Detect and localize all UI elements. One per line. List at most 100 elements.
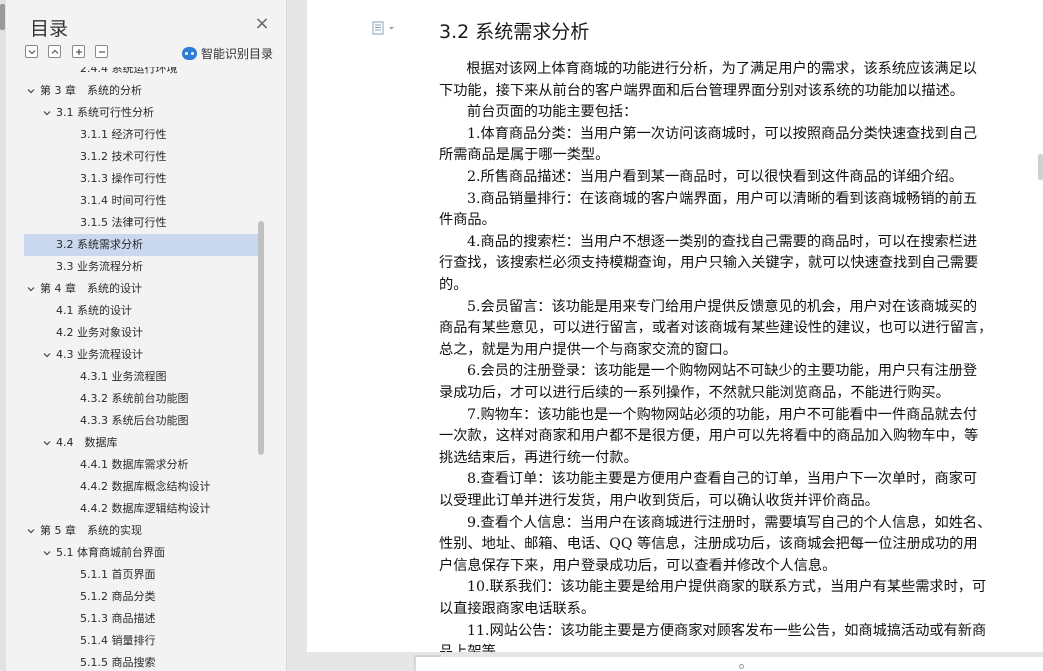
left-scroll-thumb[interactable] xyxy=(0,4,5,30)
paragraph-line: 6.会员的注册登录：该功能是一个购物网站不可缺少的主要功能，用户只有注册登 xyxy=(467,363,978,380)
toc-item[interactable]: 4.3.2 系统前台功能图 xyxy=(24,388,258,410)
toc-item[interactable]: 3.1.5 法律可行性 xyxy=(24,212,258,234)
paragraph-line: 以直接跟商家电话联系。 xyxy=(439,601,596,617)
toc-item-label: 4.3.3 系统后台功能图 xyxy=(80,414,189,427)
toc-item-label: 5.1.5 商品搜索 xyxy=(80,656,156,669)
right-scroll-handle[interactable] xyxy=(1038,154,1043,180)
close-icon[interactable]: × xyxy=(254,15,270,33)
toc-tree: 2.4.4 系统运行环境第 3 章 系统的分析 3.1 系统可行性分析 3.1.1 … xyxy=(24,67,258,671)
toc-item-label: 第 5 章 系统的实现 xyxy=(40,524,142,537)
paragraph-line: 前台页面的功能主要包括： xyxy=(467,104,638,121)
paragraph-line: 以受理此订单并进行发货，用户收到货后，可以确认收货并评价商品。 xyxy=(439,493,879,509)
cursor-marker xyxy=(739,664,744,669)
toc-item[interactable]: 第 4 章 系统的设计 xyxy=(24,278,258,300)
paragraph-line: 件商品。 xyxy=(439,212,496,229)
toc-item-selected[interactable]: 3.2 系统需求分析 xyxy=(24,234,258,256)
add-heading-icon[interactable] xyxy=(72,45,85,58)
paragraph-line: 总之，就是为用户提供一个与商家交流的窗口。 xyxy=(439,341,737,358)
toc-item[interactable]: 3.1.3 操作可行性 xyxy=(24,168,258,190)
expand-all-icon[interactable] xyxy=(48,45,61,58)
toc-item-label: 4.4.2 数据库概念结构设计 xyxy=(80,480,211,493)
toc-item-label: 2.4.4 系统运行环境 xyxy=(80,67,178,75)
paragraph-line: 11.网站公告：该功能主要是方便商家对顾客发布一些公告，如商城搞活动或有新商 xyxy=(467,622,987,639)
toc-item-label: 第 3 章 系统的分析 xyxy=(40,84,142,97)
paragraph-line: 一次款，这样对商家和用户都不是很方便，用户可以先将看中的商品加入购物车中，等 xyxy=(439,428,979,445)
toc-item[interactable]: 4.3.3 系统后台功能图 xyxy=(24,410,258,432)
toc-item[interactable]: 3.1.2 技术可行性 xyxy=(24,146,258,168)
toc-item[interactable]: 5.1 体育商城前台界面 xyxy=(24,542,258,564)
chevron-down-icon[interactable] xyxy=(42,350,52,360)
toc-item[interactable]: 5.1.4 销量排行 xyxy=(24,630,258,652)
toc-item[interactable]: 第 5 章 系统的实现 xyxy=(24,520,258,542)
toc-item-label: 4.4.1 数据库需求分析 xyxy=(80,458,189,471)
toc-item-label: 4.4.2 数据库逻辑结构设计 xyxy=(80,502,211,515)
toc-item[interactable]: 4.3 业务流程设计 xyxy=(24,344,258,366)
remove-heading-icon[interactable] xyxy=(95,45,108,58)
toc-item-label: 4.3.1 业务流程图 xyxy=(80,370,167,383)
paragraph-line: 下功能，接下来从前台的客户端界面和后台管理界面分别对该系统的功能加以描述。 xyxy=(439,82,964,99)
smart-toc-button[interactable]: 智能识别目录 xyxy=(182,45,273,61)
toc-item-label: 4.3.2 系统前台功能图 xyxy=(80,392,189,405)
toc-item-label: 3.3 业务流程分析 xyxy=(56,260,143,273)
chevron-down-icon[interactable] xyxy=(26,86,36,96)
toc-item-label: 3.1.2 技术可行性 xyxy=(80,150,167,163)
toc-item[interactable]: 3.1.1 经济可行性 xyxy=(24,124,258,146)
section-heading: 3.2 系统需求分析 xyxy=(439,21,590,43)
toc-item[interactable]: 3.1.4 时间可行性 xyxy=(24,190,258,212)
toc-item-label: 3.1.3 操作可行性 xyxy=(80,172,167,185)
page-corner-mark xyxy=(414,652,442,671)
collapse-all-icon[interactable] xyxy=(25,45,38,58)
toc-item[interactable]: 4.4.1 数据库需求分析 xyxy=(24,454,258,476)
paragraph-line: 1.体育商品分类：当用户第一次访问该商城时，可以按照商品分类快速查找到自己 xyxy=(467,125,978,142)
paragraph-line: 2.所售商品描述：当用户看到某一商品时，可以很快看到这件商品的详细介绍。 xyxy=(467,169,963,185)
toc-item-label: 4.4 数据库 xyxy=(56,436,118,449)
toc-item[interactable]: 第 3 章 系统的分析 xyxy=(24,80,258,102)
toc-item-label: 3.1.1 经济可行性 xyxy=(80,128,167,141)
smart-toc-label: 智能识别目录 xyxy=(201,46,274,61)
toc-item-label: 3.2 系统需求分析 xyxy=(56,238,143,251)
toc-item-label: 5.1.2 商品分类 xyxy=(80,590,156,603)
paragraph-line: 性别、地址、邮箱、电话、QQ 等信息，注册成功后，该商城会把每一位注册成功的用 xyxy=(439,536,978,553)
toc-item-label: 4.3 业务流程设计 xyxy=(56,348,143,361)
toc-item-label: 4.1 系统的设计 xyxy=(56,304,132,317)
toc-item[interactable]: 4.4.2 数据库逻辑结构设计 xyxy=(24,498,258,520)
chevron-down-icon[interactable] xyxy=(42,108,52,118)
chevron-down-icon[interactable] xyxy=(26,284,36,294)
toc-item-label: 第 4 章 系统的设计 xyxy=(40,282,142,295)
toc-item[interactable]: 2.4.4 系统运行环境 xyxy=(24,67,258,80)
paragraph-line: 商品有某些意见，可以进行留言，或者对该商城有某些建设性的建议，也可以进行留言， xyxy=(439,320,993,337)
toc-item[interactable]: 4.1 系统的设计 xyxy=(24,300,258,322)
toc-item-label: 5.1 体育商城前台界面 xyxy=(56,546,165,559)
paragraph-line: 8.查看订单：该功能主要是方便用户查看自己的订单，当用户下一次单时，商家可 xyxy=(467,471,978,488)
toc-item[interactable]: 5.1.5 商品搜索 xyxy=(24,652,258,671)
paragraph-line: 的。 xyxy=(439,277,468,293)
paragraph-line: 录成功后，才可以进行后续的一系列操作，不然就只能浏览商品，不能进行购买。 xyxy=(439,385,950,401)
toc-item[interactable]: 4.2 业务对象设计 xyxy=(24,322,258,344)
toc-item[interactable]: 4.3.1 业务流程图 xyxy=(24,366,258,388)
toc-title: 目录 xyxy=(30,18,69,40)
toc-item-label: 3.1.4 时间可行性 xyxy=(80,194,167,207)
chevron-down-icon[interactable] xyxy=(26,526,36,536)
toc-item-label: 3.1 系统可行性分析 xyxy=(56,106,154,119)
toc-item[interactable]: 3.1 系统可行性分析 xyxy=(24,102,258,124)
paragraph-line: 10.联系我们：该功能主要是给用户提供商家的联系方式，当用户有某些需求时，可 xyxy=(467,579,987,596)
chevron-down-icon[interactable] xyxy=(42,438,52,448)
toc-item-label: 3.1.5 法律可行性 xyxy=(80,216,167,229)
toc-item[interactable]: 5.1.3 商品描述 xyxy=(24,608,258,630)
paragraph-line: 根据对该网上体育商城的功能进行分析，为了满足用户的需求，该系统应该满足以 xyxy=(452,61,977,77)
paragraph-line: 7.购物车：该功能也是一个购物网站必须的功能，用户不可能看中一件商品就去付 xyxy=(467,406,978,423)
paragraph-line: 4.商品的搜索栏：当用户不想逐一类别的查找自己需要的商品时，可以在搜索栏进 xyxy=(467,233,978,250)
toc-item[interactable]: 5.1.1 首页界面 xyxy=(24,564,258,586)
page-options-icon[interactable] xyxy=(372,20,398,35)
next-page xyxy=(415,657,1043,671)
paragraph-line: 所需商品是属于哪一类型。 xyxy=(439,147,610,164)
chevron-down-icon[interactable] xyxy=(42,548,52,558)
paragraph-line: 户信息保存下来，用户登录成功后，可以查看并修改个人信息。 xyxy=(439,557,837,574)
toc-item[interactable]: 4.4 数据库 xyxy=(24,432,258,454)
toc-item[interactable]: 4.4.2 数据库概念结构设计 xyxy=(24,476,258,498)
paragraph-line: 3.商品销量排行：在该商城的客户端界面，用户可以清晰的看到该商城畅销的前五 xyxy=(467,190,978,207)
toc-scrollbar-thumb[interactable] xyxy=(258,221,264,455)
toc-item-label: 4.2 业务对象设计 xyxy=(56,326,143,339)
toc-item[interactable]: 5.1.2 商品分类 xyxy=(24,586,258,608)
toc-item[interactable]: 3.3 业务流程分析 xyxy=(24,256,258,278)
